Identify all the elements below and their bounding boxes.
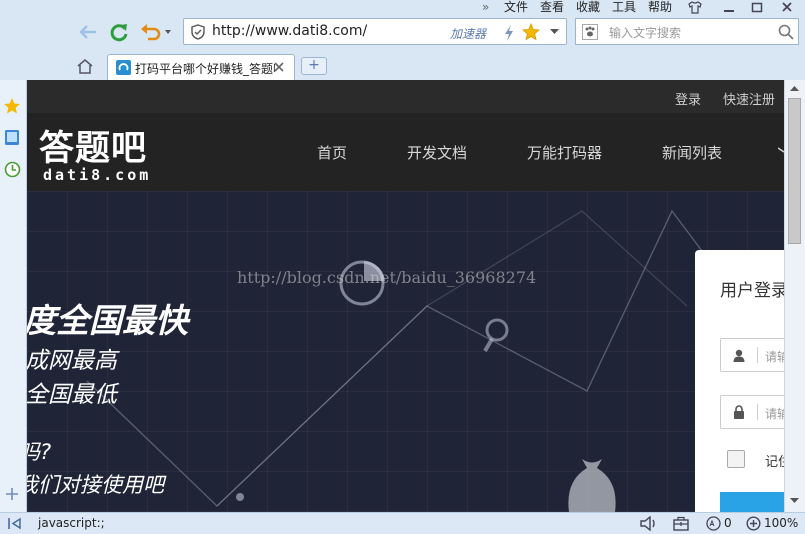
ad-block-count: 0 — [724, 516, 732, 530]
status-text: javascript:; — [38, 516, 105, 530]
refresh-icon[interactable] — [108, 22, 130, 42]
login-submit-button[interactable] — [720, 492, 784, 512]
minimize-icon[interactable] — [722, 1, 736, 14]
search-input[interactable]: 输入文字搜索 — [609, 24, 681, 41]
browser-sidebar — [0, 80, 27, 512]
hero-line-4: 吗? — [27, 440, 52, 464]
hero-decoration — [86, 209, 733, 512]
menu-chevron[interactable]: » — [482, 0, 489, 15]
history-clock-icon[interactable] — [4, 161, 21, 178]
nav-dev-docs[interactable]: 开发文档 — [407, 142, 467, 163]
username-input[interactable]: 请输入用户名 — [765, 348, 784, 365]
scroll-thumb[interactable] — [788, 98, 801, 244]
trend-point — [236, 493, 244, 501]
speaker-icon[interactable] — [640, 516, 658, 531]
status-bar: javascript:; 0 100% — [0, 512, 805, 534]
toolbox-icon[interactable] — [673, 516, 689, 531]
user-icon — [733, 349, 745, 362]
menu-bar: » 文件 查看 收藏 工具 帮助 — [0, 0, 805, 16]
login-title: 用户登录 — [720, 281, 784, 301]
nav-news-list[interactable]: 新闻列表 — [662, 142, 722, 163]
dropdown-arrow-icon[interactable] — [550, 29, 559, 35]
username-field[interactable]: 请输入用户名 — [720, 338, 784, 372]
accelerator-label[interactable]: 加速器 — [450, 25, 486, 42]
trend-line-secondary — [216, 210, 688, 507]
hero-line-2: 成网最高 — [27, 348, 117, 374]
sidebar-add-icon[interactable] — [5, 487, 19, 501]
site-favicon-icon — [116, 60, 131, 75]
page-scrollbar[interactable] — [784, 80, 805, 512]
web-page-viewport: 登录 快速注册 答题吧 dati8.com 首页 开发文档 万能打码器 新闻列表 — [27, 80, 784, 512]
search-icon[interactable] — [778, 24, 794, 40]
new-tab-button[interactable]: + — [301, 57, 327, 75]
lightning-icon[interactable] — [504, 25, 514, 41]
menu-favorites[interactable]: 收藏 — [576, 0, 600, 15]
trend-line — [86, 209, 733, 507]
menu-file[interactable]: 文件 — [504, 0, 528, 15]
site-logo-chinese[interactable]: 答题吧 — [39, 120, 147, 171]
tab-close-icon[interactable] — [274, 62, 284, 72]
home-icon[interactable] — [76, 58, 94, 75]
search-engine-paw-icon[interactable] — [582, 24, 598, 40]
reader-tablet-icon[interactable] — [4, 129, 20, 147]
favorite-star-icon[interactable] — [522, 23, 540, 41]
hero-headline: 度全国最快 — [27, 301, 188, 340]
skin-shirt-icon[interactable] — [688, 1, 702, 14]
remember-checkbox[interactable] — [727, 450, 745, 468]
shield-icon — [190, 24, 206, 40]
favorites-star-icon[interactable] — [3, 97, 21, 115]
blog-watermark: http://blog.csdn.net/baidu_36968274 — [237, 268, 537, 287]
address-bar[interactable]: http://www.dati8.com/ 加速器 — [183, 18, 567, 45]
nav-home[interactable]: 首页 — [317, 142, 347, 163]
hero-banner: 度全国最快 成网最高 全国最低 吗? 我们对接使用吧 — [27, 191, 784, 512]
menu-help[interactable]: 帮助 — [648, 0, 672, 15]
login-link[interactable]: 登录 — [675, 89, 701, 108]
ad-block-icon[interactable] — [706, 516, 721, 531]
tab-title: 打码平台哪个好赚钱_答题吧 — [135, 62, 275, 76]
hero-line-3: 全国最低 — [27, 382, 117, 408]
money-bag-icon — [568, 459, 616, 512]
password-input[interactable]: 请输入密码 — [765, 405, 784, 422]
site-top-strip: 登录 快速注册 — [27, 80, 784, 113]
password-field[interactable]: 请输入密码 — [720, 395, 784, 429]
maximize-icon[interactable] — [750, 1, 764, 14]
quick-register-link[interactable]: 快速注册 — [723, 89, 775, 108]
hero-line-5: 我们对接使用吧 — [27, 473, 164, 497]
close-window-icon[interactable] — [780, 1, 794, 14]
remember-label: 记住 — [765, 455, 784, 470]
zoom-icon[interactable] — [746, 516, 761, 531]
scroll-up-arrow-icon[interactable] — [790, 86, 799, 92]
nav-universal-captcha-tool[interactable]: 万能打码器 — [527, 142, 602, 163]
menu-tools[interactable]: 工具 — [612, 0, 636, 15]
scroll-down-arrow-icon[interactable] — [790, 498, 799, 504]
back-arrow-icon[interactable] — [78, 24, 98, 40]
tab-active[interactable]: 打码平台哪个好赚钱_答题吧 — [107, 54, 295, 80]
login-panel: 用户登录 请输入用户名 请输入密码 记住 — [695, 250, 784, 512]
undo-close-tab-icon[interactable] — [140, 22, 174, 42]
url-text[interactable]: http://www.dati8.com/ — [212, 23, 367, 39]
toggle-sidebar-icon[interactable] — [8, 517, 22, 530]
lock-icon — [733, 405, 745, 419]
search-box[interactable]: 输入文字搜索 — [575, 18, 799, 45]
site-logo-domain[interactable]: dati8.com — [43, 166, 151, 184]
menu-view[interactable]: 查看 — [540, 0, 564, 15]
zoom-level[interactable]: 100% — [764, 516, 798, 530]
